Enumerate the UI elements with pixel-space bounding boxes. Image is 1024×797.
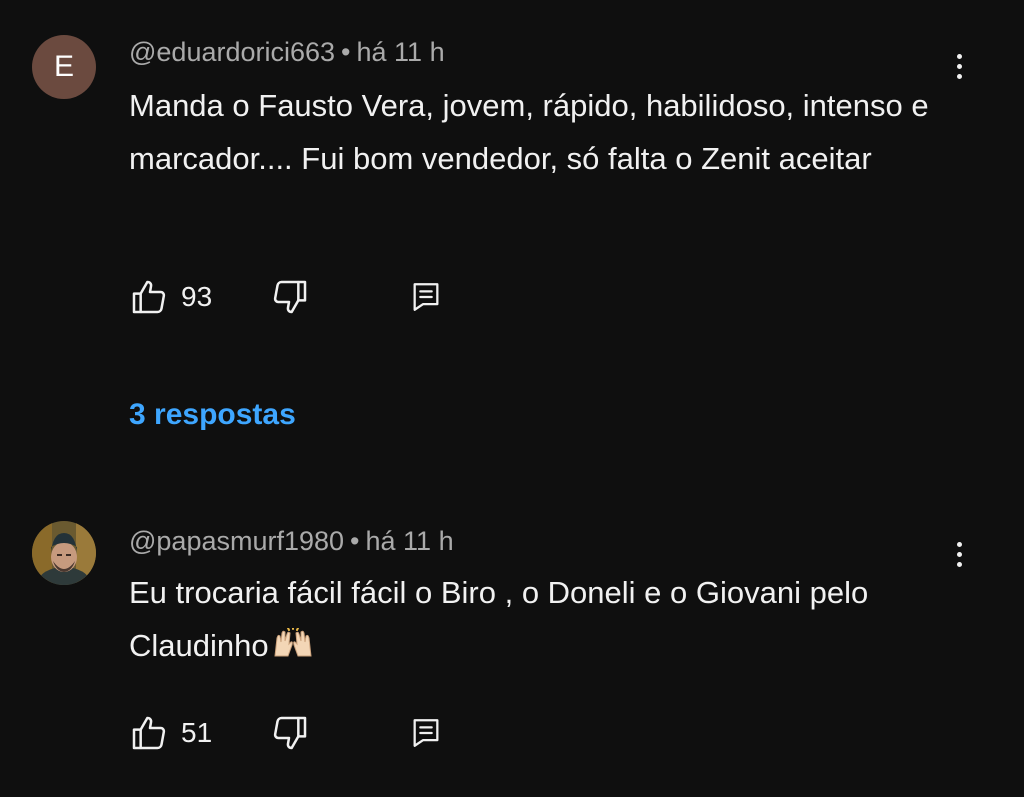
thumb-down-icon xyxy=(274,716,307,750)
like-button[interactable]: 51 xyxy=(129,713,212,753)
like-count: 93 xyxy=(181,281,213,312)
raising-hands-icon xyxy=(271,623,315,676)
dislike-button[interactable] xyxy=(270,277,310,317)
avatar[interactable]: E xyxy=(32,35,96,99)
author-handle[interactable]: @papasmurf1980 xyxy=(129,526,344,556)
thumb-up-icon xyxy=(132,716,166,750)
avatar[interactable] xyxy=(32,521,96,585)
separator-dot: • xyxy=(350,526,360,556)
comment-text: Eu trocaria fácil fácil o Biro , o Donel… xyxy=(129,566,949,676)
comment-meta: @eduardorici663 • há 11 h xyxy=(129,35,445,69)
more-vertical-icon xyxy=(956,541,962,547)
thumb-down-icon xyxy=(274,280,307,314)
comment-time[interactable]: há 11 h xyxy=(357,37,445,67)
more-vertical-icon xyxy=(956,53,962,59)
thumb-up-icon xyxy=(132,280,166,314)
like-button[interactable]: 93 xyxy=(129,277,212,317)
dislike-button[interactable] xyxy=(270,713,310,753)
comment-text-content: Eu trocaria fácil fácil o Biro , o Donel… xyxy=(129,575,869,663)
comment-text: Manda o Fausto Vera, jovem, rápido, habi… xyxy=(129,88,929,176)
author-handle[interactable]: @eduardorici663 xyxy=(129,37,335,67)
comment-time[interactable]: há 11 h xyxy=(366,526,454,556)
comment-actions: 93 xyxy=(129,277,443,317)
comment-actions: 51 xyxy=(129,713,443,753)
reply-button[interactable] xyxy=(409,280,443,314)
reply-button[interactable] xyxy=(409,716,443,750)
comment-reply-icon xyxy=(413,283,439,311)
separator-dot: • xyxy=(341,37,351,67)
user-photo-icon xyxy=(32,521,96,585)
avatar-letter: E xyxy=(53,50,74,83)
comment-reply-icon xyxy=(413,719,439,747)
comment-meta: @papasmurf1980 • há 11 h xyxy=(129,524,454,558)
like-count: 51 xyxy=(181,717,213,748)
view-replies-link[interactable]: 3 respostas xyxy=(129,395,296,435)
